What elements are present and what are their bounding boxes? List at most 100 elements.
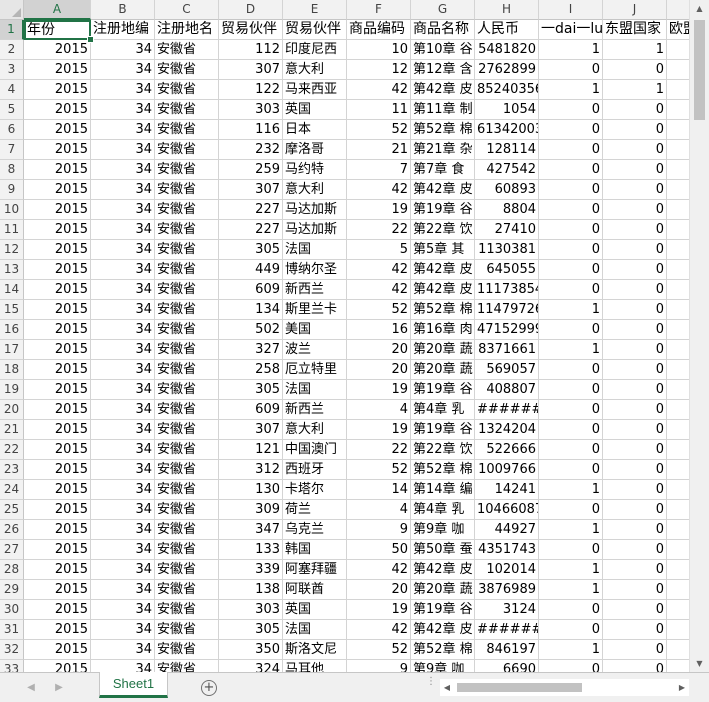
table-cell[interactable]: 0 (603, 360, 667, 380)
table-cell[interactable]: 0 (603, 520, 667, 540)
table-cell[interactable]: 2015 (24, 180, 91, 200)
table-cell[interactable]: 350 (219, 640, 283, 660)
table-cell[interactable]: 2015 (24, 600, 91, 620)
table-cell[interactable]: 121 (219, 440, 283, 460)
scroll-up-arrow-icon[interactable]: ▲ (690, 0, 709, 17)
table-cell[interactable]: 安徽省 (155, 460, 219, 480)
table-cell[interactable]: 34 (91, 260, 155, 280)
table-cell[interactable]: 50 (347, 540, 411, 560)
table-cell[interactable]: 1 (539, 80, 603, 100)
table-cell[interactable]: 42 (347, 260, 411, 280)
table-cell[interactable]: 42 (347, 560, 411, 580)
table-cell[interactable]: 新西兰 (283, 400, 347, 420)
table-cell[interactable]: 0 (603, 200, 667, 220)
row-header[interactable]: 22 (0, 440, 24, 460)
table-cell[interactable]: 27410 (475, 220, 539, 240)
table-cell[interactable]: 327 (219, 340, 283, 360)
row-header[interactable]: 30 (0, 600, 24, 620)
table-cell[interactable]: 34 (91, 180, 155, 200)
table-cell[interactable]: 0 (539, 320, 603, 340)
table-cell[interactable]: 61342003 (475, 120, 539, 140)
table-cell[interactable] (667, 620, 689, 640)
table-cell[interactable]: 138 (219, 580, 283, 600)
header-cell[interactable]: 人民币 (475, 20, 539, 40)
table-cell[interactable]: 安徽省 (155, 240, 219, 260)
table-cell[interactable]: 1 (603, 40, 667, 60)
row-header[interactable]: 6 (0, 120, 24, 140)
table-cell[interactable]: 安徽省 (155, 340, 219, 360)
table-cell[interactable]: 34 (91, 200, 155, 220)
tab-splitter-handle[interactable]: ⋮ (426, 677, 436, 694)
table-cell[interactable]: 408807 (475, 380, 539, 400)
table-cell[interactable]: 第19章 谷 (411, 420, 475, 440)
table-cell[interactable]: 第10章 谷 (411, 40, 475, 60)
table-cell[interactable]: 22 (347, 220, 411, 240)
table-cell[interactable]: 0 (603, 100, 667, 120)
table-cell[interactable]: 1 (603, 80, 667, 100)
table-cell[interactable]: 0 (603, 560, 667, 580)
row-header[interactable]: 33 (0, 660, 24, 672)
table-cell[interactable]: 502 (219, 320, 283, 340)
table-cell[interactable]: 0 (603, 120, 667, 140)
table-cell[interactable]: 324 (219, 660, 283, 672)
header-cell[interactable]: 商品编码 (347, 20, 411, 40)
table-cell[interactable]: 第52章 棉 (411, 300, 475, 320)
table-cell[interactable]: 34 (91, 80, 155, 100)
table-cell[interactable]: 0 (539, 420, 603, 440)
table-cell[interactable]: 新西兰 (283, 280, 347, 300)
table-cell[interactable]: 0 (539, 400, 603, 420)
table-cell[interactable]: 第21章 杂 (411, 140, 475, 160)
table-cell[interactable]: 303 (219, 600, 283, 620)
table-cell[interactable]: 0 (539, 280, 603, 300)
table-cell[interactable]: 34 (91, 280, 155, 300)
row-header[interactable]: 23 (0, 460, 24, 480)
table-cell[interactable]: 第52章 棉 (411, 120, 475, 140)
table-cell[interactable]: 20 (347, 360, 411, 380)
table-cell[interactable] (667, 60, 689, 80)
table-cell[interactable]: 0 (539, 260, 603, 280)
table-cell[interactable]: 0 (603, 600, 667, 620)
table-cell[interactable]: 112 (219, 40, 283, 60)
table-cell[interactable]: 2015 (24, 140, 91, 160)
table-cell[interactable]: 6690 (475, 660, 539, 672)
table-cell[interactable]: 第42章 皮 (411, 80, 475, 100)
row-header[interactable]: 10 (0, 200, 24, 220)
table-cell[interactable]: 133 (219, 540, 283, 560)
table-cell[interactable]: 0 (539, 120, 603, 140)
table-cell[interactable]: 摩洛哥 (283, 140, 347, 160)
table-cell[interactable]: 34 (91, 660, 155, 672)
table-cell[interactable]: 印度尼西 (283, 40, 347, 60)
table-cell[interactable]: 16 (347, 320, 411, 340)
table-cell[interactable]: 安徽省 (155, 220, 219, 240)
table-cell[interactable] (667, 260, 689, 280)
table-cell[interactable] (667, 140, 689, 160)
add-sheet-button[interactable]: + (201, 680, 217, 696)
table-cell[interactable]: 1130381 (475, 240, 539, 260)
header-cell[interactable]: 年份 (24, 20, 91, 40)
table-cell[interactable]: 134 (219, 300, 283, 320)
table-cell[interactable]: 0 (539, 460, 603, 480)
table-cell[interactable]: 第22章 饮 (411, 220, 475, 240)
table-cell[interactable]: 34 (91, 580, 155, 600)
row-header[interactable]: 28 (0, 560, 24, 580)
table-cell[interactable]: 安徽省 (155, 160, 219, 180)
table-cell[interactable]: 意大利 (283, 180, 347, 200)
table-cell[interactable]: 意大利 (283, 60, 347, 80)
table-cell[interactable]: 0 (539, 620, 603, 640)
table-cell[interactable]: 0 (539, 240, 603, 260)
table-cell[interactable]: 安徽省 (155, 520, 219, 540)
table-cell[interactable]: 安徽省 (155, 580, 219, 600)
table-cell[interactable]: 42 (347, 180, 411, 200)
table-cell[interactable]: 34 (91, 420, 155, 440)
table-cell[interactable] (667, 540, 689, 560)
table-cell[interactable]: 19 (347, 420, 411, 440)
table-cell[interactable]: 0 (603, 220, 667, 240)
table-cell[interactable]: 安徽省 (155, 320, 219, 340)
table-cell[interactable]: 第19章 谷 (411, 600, 475, 620)
table-cell[interactable]: 0 (603, 140, 667, 160)
table-cell[interactable]: 西班牙 (283, 460, 347, 480)
table-cell[interactable]: 307 (219, 60, 283, 80)
row-header[interactable]: 14 (0, 280, 24, 300)
table-cell[interactable]: 安徽省 (155, 140, 219, 160)
table-cell[interactable]: 2015 (24, 460, 91, 480)
